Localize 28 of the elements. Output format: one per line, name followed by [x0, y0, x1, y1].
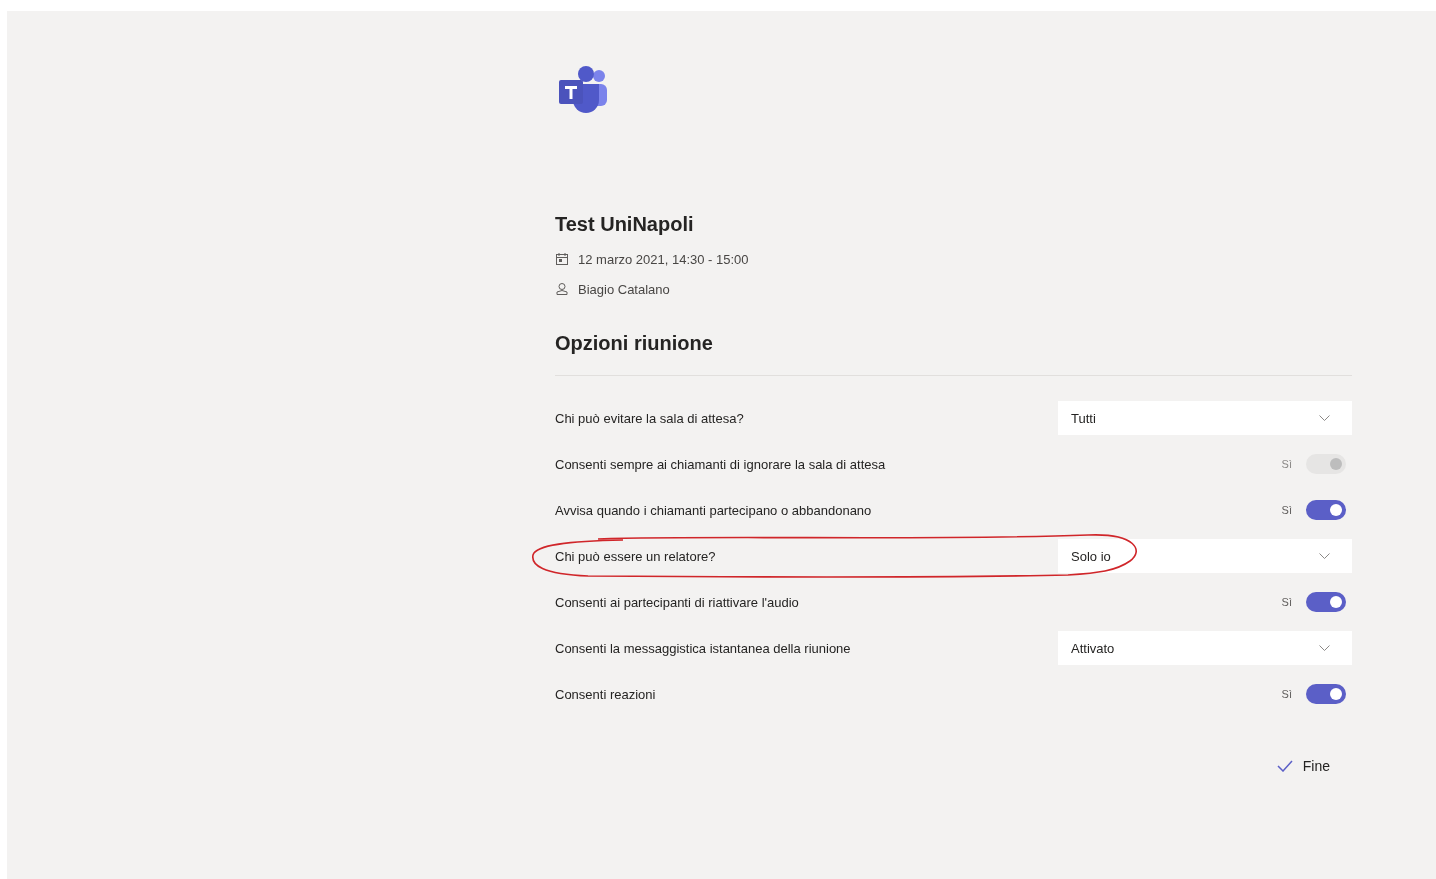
organizer-name: Biagio Catalano: [578, 281, 670, 297]
section-heading: Opzioni riunione: [555, 332, 1352, 376]
dropdown[interactable]: Attivato: [1058, 631, 1352, 665]
toggle-switch[interactable]: [1306, 592, 1346, 612]
toggle-switch[interactable]: [1306, 684, 1346, 704]
chevron-down-icon: [1319, 645, 1330, 651]
meeting-title: Test UniNapoli: [555, 213, 695, 236]
checkmark-icon: [1276, 760, 1293, 772]
meeting-date: 12 marzo 2021, 14:30 - 15:00: [578, 251, 749, 267]
option-label: Chi può evitare la sala di attesa?: [555, 410, 744, 426]
chevron-down-icon: [1319, 415, 1330, 421]
chevron-down-icon: [1319, 553, 1330, 559]
toggle-state-label: Sì: [1281, 688, 1292, 700]
calendar-icon: [555, 252, 569, 266]
option-label: Consenti reazioni: [555, 686, 656, 702]
toggle-state-label: Sì: [1281, 504, 1292, 516]
option-label: Consenti ai partecipanti di riattivare l'audio: [555, 594, 799, 610]
toggle-state-label: Sì: [1281, 458, 1292, 470]
option-label: Chi può essere un relatore?: [555, 548, 716, 564]
done-button[interactable]: Fine: [1276, 758, 1330, 774]
person-icon: [555, 282, 569, 296]
toggle-state-label: Sì: [1281, 596, 1292, 608]
toggle-switch[interactable]: [1306, 500, 1346, 520]
option-label: Consenti la messaggistica istantanea della riunione: [555, 640, 851, 656]
option-label: Consenti sempre ai chiamanti di ignorare la sala di attesa: [555, 456, 886, 472]
option-label: Avvisa quando i chiamanti partecipano o abbandonano: [555, 502, 872, 518]
dropdown[interactable]: Solo io: [1058, 539, 1352, 573]
dropdown[interactable]: Tutti: [1058, 401, 1352, 435]
